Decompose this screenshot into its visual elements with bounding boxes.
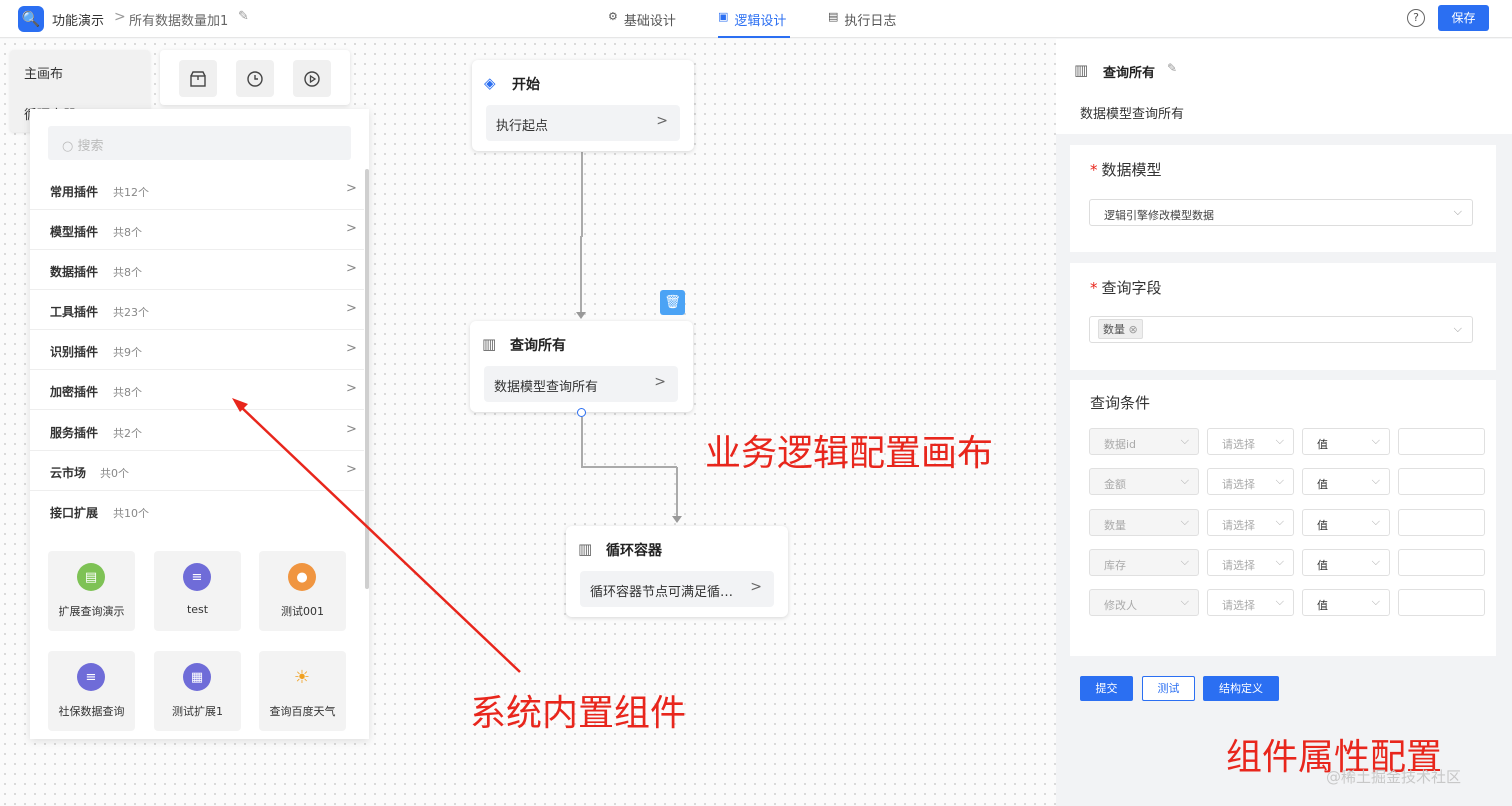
condition-type-select[interactable]: 值 ⌵ (1302, 428, 1390, 455)
selected-tag: 数量 ⊗ (1098, 319, 1143, 339)
condition-operator-select[interactable]: 请选择 ⌵ (1207, 509, 1294, 536)
condition-operator-select[interactable]: 请选择 ⌵ (1207, 589, 1294, 616)
condition-value-input[interactable] (1398, 468, 1485, 495)
condition-operator-select[interactable]: 请选择 ⌵ (1207, 428, 1294, 455)
edit-icon[interactable]: ✎ (1167, 61, 1177, 75)
condition-field-select[interactable]: 修改人 ⌵ (1089, 589, 1199, 616)
data-model-card: * 数据模型 逻辑引擎修改模型数据 ⌵ (1070, 145, 1496, 252)
properties-subtitle: 数据模型查询所有 (1080, 107, 1185, 122)
struct-definition-button[interactable]: 结构定义 (1203, 676, 1279, 701)
condition-field-select[interactable]: 数据id ⌵ (1089, 428, 1199, 455)
field-label: * 查询字段 (1090, 279, 1162, 297)
query-field-card: * 查询字段 数量 ⊗ ⌵ (1070, 263, 1496, 370)
condition-type-select[interactable]: 值 ⌵ (1302, 549, 1390, 576)
table-icon: ▥ (1074, 61, 1089, 79)
condition-type-select[interactable]: 值 ⌵ (1302, 468, 1390, 495)
query-conditions-card: 查询条件 数据id ⌵ 请选择 ⌵ 值 ⌵ 金额 ⌵ 请选择 ⌵ 值 ⌵ 数量 ⌵ 请选择 ⌵ … (1070, 380, 1496, 656)
close-icon[interactable]: ⊗ (1129, 323, 1138, 336)
test-button[interactable]: 测试 (1142, 676, 1195, 701)
properties-header: ▥ 查询所有 ✎ 数据模型查询所有 (1056, 39, 1512, 134)
condition-value-input[interactable] (1398, 509, 1485, 536)
condition-value-input[interactable] (1398, 428, 1485, 455)
condition-type-select[interactable]: 值 ⌵ (1302, 589, 1390, 616)
chevron-down-icon: ⌵ (1453, 205, 1462, 218)
chevron-down-icon: ⌵ (1453, 322, 1462, 335)
annotation-canvas: 业务逻辑配置画布 (705, 433, 994, 474)
condition-field-select[interactable]: 数量 ⌵ (1089, 509, 1199, 536)
data-model-select[interactable]: 逻辑引擎修改模型数据 ⌵ (1089, 199, 1473, 226)
properties-panel: ▥ 查询所有 ✎ 数据模型查询所有 * 数据模型 逻辑引擎修改模型数据 ⌵ * 查询… (1056, 39, 1512, 806)
condition-operator-select[interactable]: 请选择 ⌵ (1207, 468, 1294, 495)
annotation-builtin: 系统内置组件 (470, 693, 687, 734)
query-field-select[interactable]: 数量 ⊗ ⌵ (1089, 316, 1473, 343)
condition-value-input[interactable] (1398, 589, 1485, 616)
watermark: @稀土掘金技术社区 (1326, 768, 1462, 786)
condition-value-input[interactable] (1398, 549, 1485, 576)
condition-operator-select[interactable]: 请选择 ⌵ (1207, 549, 1294, 576)
field-label: 查询条件 (1090, 394, 1151, 412)
properties-title: 查询所有 (1103, 66, 1156, 81)
condition-type-select[interactable]: 值 ⌵ (1302, 509, 1390, 536)
field-label: * 数据模型 (1090, 161, 1162, 179)
condition-field-select[interactable]: 金额 ⌵ (1089, 468, 1199, 495)
condition-field-select[interactable]: 库存 ⌵ (1089, 549, 1199, 576)
submit-button[interactable]: 提交 (1080, 676, 1133, 701)
